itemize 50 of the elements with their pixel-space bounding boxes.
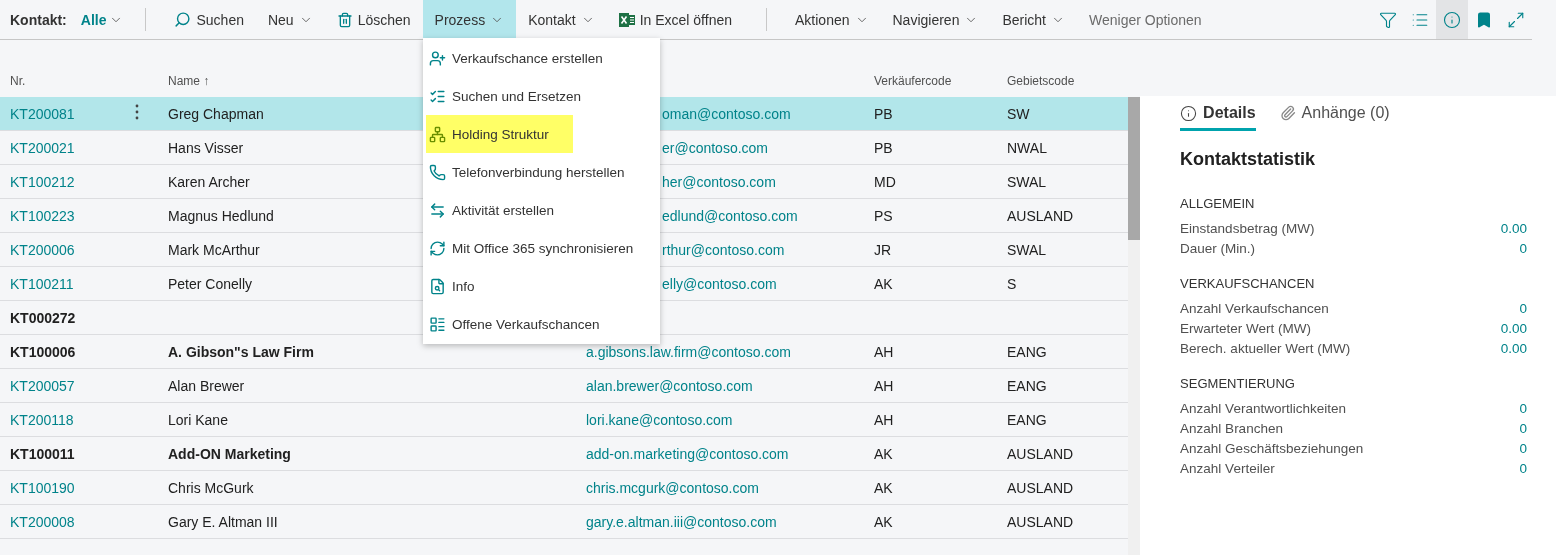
table-cell: PS: [874, 207, 893, 224]
section-heading: ALLGEMEIN: [1180, 196, 1256, 211]
table-cell: S: [1007, 275, 1017, 292]
stat-label: Einstandsbetrag (MW): [1180, 220, 1315, 236]
table-cell: AUSLAND: [1007, 513, 1074, 530]
section-heading: VERKAUFSCHANCEN: [1180, 276, 1316, 291]
stat-label: Anzahl Verteiler: [1180, 460, 1275, 476]
section-heading: SEGMENTIERUNG: [1180, 376, 1296, 391]
table-cell: AUSLAND: [1007, 445, 1074, 462]
table-cell: PB: [874, 105, 893, 122]
stat-label: Anzahl Verantwortlichkeiten: [1180, 400, 1346, 416]
table-cell: EANG: [1007, 377, 1047, 394]
stat-label: Anzahl Geschäftsbeziehungen: [1180, 440, 1364, 456]
table-cell: Gary E. Altman III: [168, 513, 278, 530]
table-cell: AK: [874, 513, 893, 530]
table-cell: Lori Kane: [168, 411, 228, 428]
table-cell: AUSLAND: [1007, 479, 1074, 496]
table-cell: SW: [1007, 105, 1030, 122]
stat-label: Erwarteter Wert (MW): [1180, 320, 1312, 336]
table-cell: A. Gibson"s Law Firm: [168, 343, 314, 360]
table-cell: SWAL: [1007, 173, 1047, 190]
stat-label: Berech. aktueller Wert (MW): [1180, 340, 1351, 356]
stat-label: Dauer (Min.): [1180, 240, 1256, 256]
table-cell: Karen Archer: [168, 173, 250, 190]
table-cell: AK: [874, 275, 893, 292]
stat-label: Anzahl Verkaufschancen: [1180, 300, 1329, 316]
table-cell: NWAL: [1007, 139, 1047, 156]
table-cell: AUSLAND: [1007, 207, 1074, 224]
table-cell: PB: [874, 139, 893, 156]
table-cell: Hans Visser: [168, 139, 244, 156]
table-cell: Greg Chapman: [168, 105, 264, 122]
table-cell: Add-ON Marketing: [168, 445, 291, 462]
table-cell: Mark McArthur: [168, 241, 260, 258]
table-cell: EANG: [1007, 343, 1047, 360]
table-cell: EANG: [1007, 411, 1047, 428]
table-cell: AK: [874, 445, 893, 462]
table-cell: Magnus Hedlund: [168, 207, 274, 224]
table-cell: SWAL: [1007, 241, 1047, 258]
stat-label: Anzahl Branchen: [1180, 420, 1283, 436]
table-cell: Alan Brewer: [168, 377, 245, 394]
table-cell: AH: [874, 343, 894, 360]
table-cell: AH: [874, 411, 894, 428]
panel-title: Kontaktstatistik: [1180, 149, 1317, 170]
table-cell: AK: [874, 479, 893, 496]
filter-label: Kontakt:: [10, 11, 67, 28]
table-cell: MD: [874, 173, 896, 190]
table-cell: JR: [874, 241, 892, 258]
table-cell: Chris McGurk: [168, 479, 254, 496]
table-cell: AH: [874, 377, 894, 394]
table-cell: Peter Conelly: [168, 275, 253, 292]
